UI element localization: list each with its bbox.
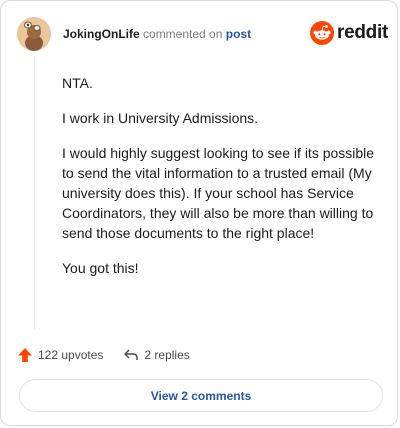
comment-header: JokingOnLife commented on post [63, 27, 251, 41]
username[interactable]: JokingOnLife [63, 27, 140, 41]
view-comments-button[interactable]: View 2 comments [19, 379, 383, 412]
comment-actions: 122 upvotes 2 replies [17, 347, 190, 363]
comment-paragraph: I would highly suggest looking to see if… [62, 145, 375, 241]
replies-button[interactable]: 2 replies [123, 347, 190, 363]
reply-count: 2 replies [144, 348, 190, 362]
reply-arrow-icon [124, 349, 139, 360]
post-link[interactable]: post [226, 27, 251, 41]
comment-body: NTA. I work in University Admissions. I … [62, 73, 382, 293]
thread-line[interactable] [34, 57, 35, 329]
upvote-button[interactable]: 122 upvotes [17, 347, 103, 363]
avatar[interactable] [17, 17, 51, 51]
upvote-count: 122 upvotes [38, 348, 104, 362]
comment-paragraph: I work in University Admissions. [62, 110, 259, 126]
comment-card: JokingOnLife commented on post reddit NT… [0, 0, 398, 426]
comment-paragraph: NTA. [62, 75, 93, 91]
reddit-wordmark: reddit [337, 22, 388, 43]
reddit-logo[interactable]: reddit [310, 21, 388, 45]
comment-paragraph: You got this! [62, 260, 139, 276]
commented-on-text: commented on [143, 27, 223, 41]
upvote-arrow-icon [18, 348, 32, 362]
reddit-snoo-icon [310, 21, 334, 45]
